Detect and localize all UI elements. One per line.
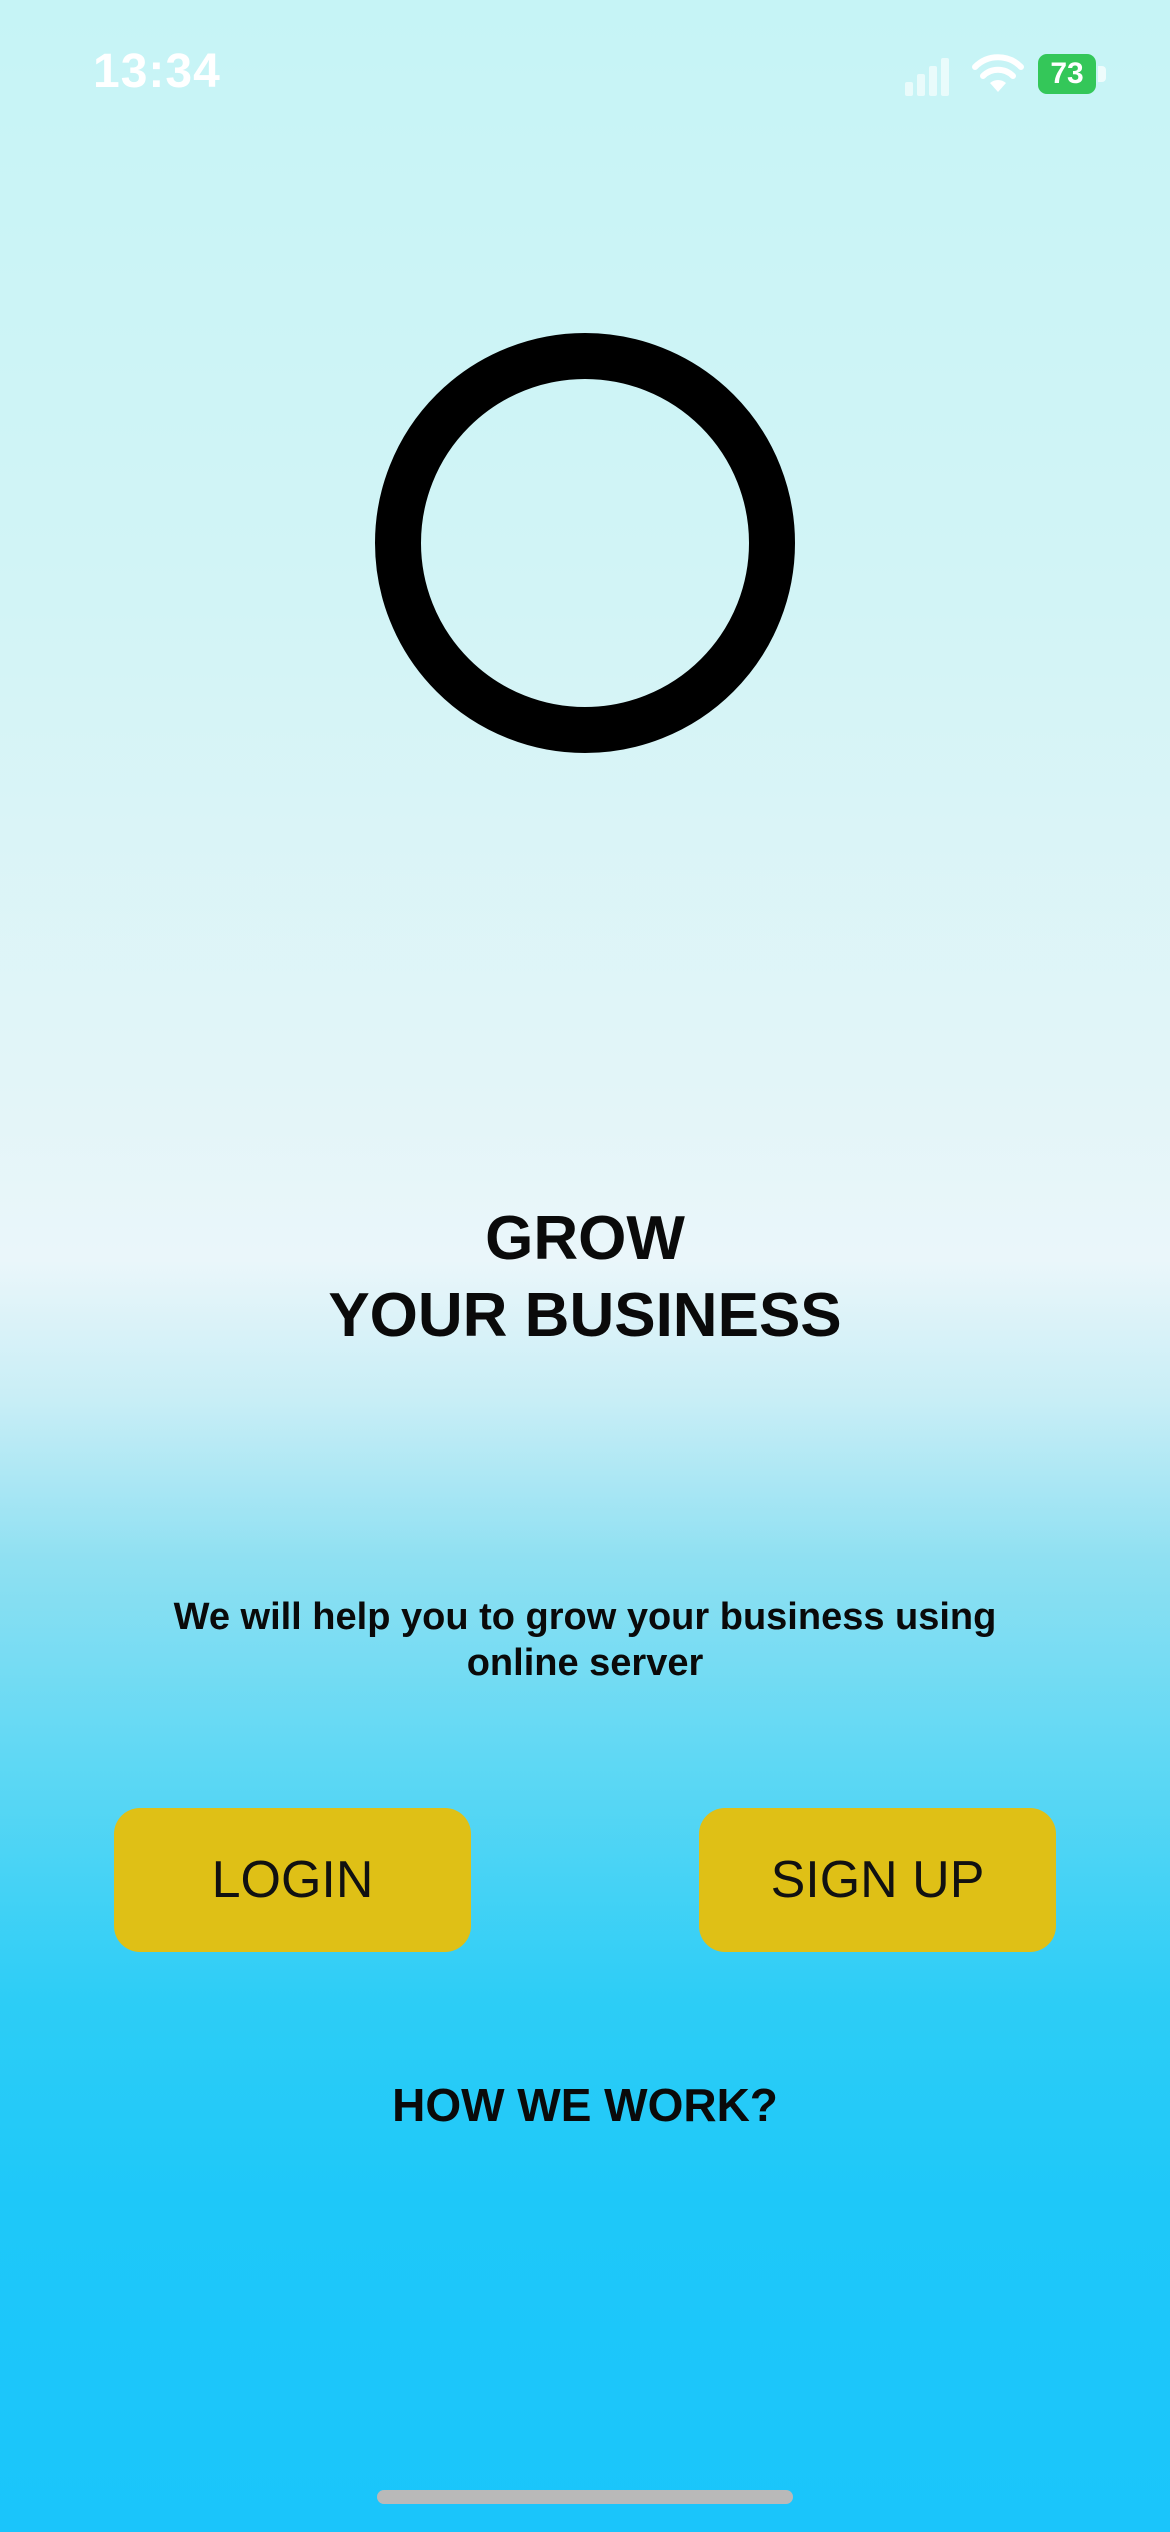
wifi-icon bbox=[972, 54, 1024, 92]
home-indicator[interactable] bbox=[377, 2490, 793, 2504]
how-we-work-link[interactable]: HOW WE WORK? bbox=[0, 2078, 1170, 2132]
headline-line-1: GROW bbox=[485, 1204, 685, 1273]
battery-icon: 73 bbox=[1038, 54, 1110, 94]
signup-button[interactable]: SIGN UP bbox=[699, 1808, 1056, 1952]
ring-logo-icon bbox=[375, 333, 795, 753]
status-bar: 13:34 73 bbox=[0, 0, 1170, 140]
signal-icon bbox=[905, 58, 949, 96]
status-time: 13:34 bbox=[93, 45, 221, 98]
headline-line-2: YOUR BUSINESS bbox=[328, 1281, 842, 1350]
login-button[interactable]: LOGIN bbox=[114, 1808, 471, 1952]
battery-level: 73 bbox=[1038, 54, 1096, 94]
subtitle: We will help you to grow your business u… bbox=[173, 1596, 997, 1684]
headline: GROW YOUR BUSINESS bbox=[0, 1200, 1170, 1354]
battery-cap bbox=[1098, 66, 1106, 82]
